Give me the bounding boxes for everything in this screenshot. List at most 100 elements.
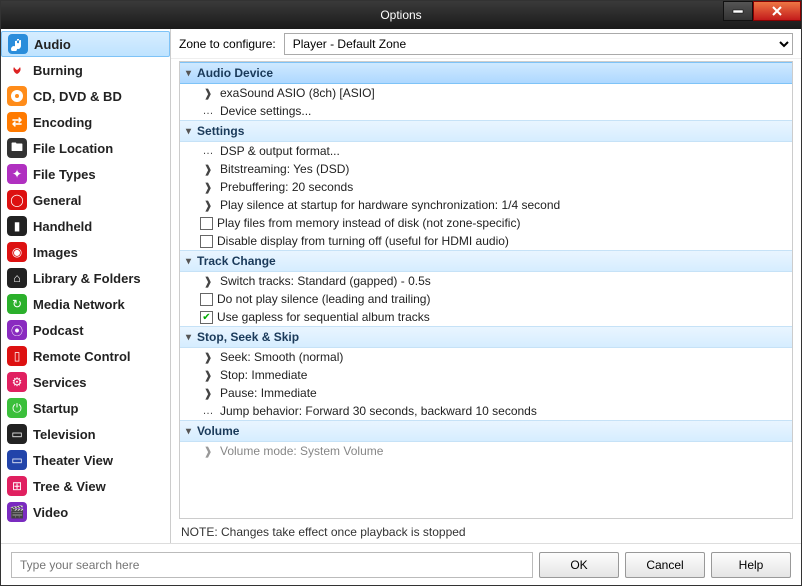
- sidebar-item-label: Library & Folders: [33, 271, 141, 286]
- note-text: NOTE: Changes take effect once playback …: [171, 521, 801, 543]
- sidebar-item-label: File Types: [33, 167, 96, 182]
- footer: OK Cancel Help: [1, 543, 801, 585]
- group-stop-seek-skip[interactable]: ▾ Stop, Seek & Skip: [180, 326, 792, 348]
- row-volume-mode[interactable]: ❱Volume mode: System Volume: [180, 442, 792, 460]
- checkbox-unchecked[interactable]: [200, 217, 213, 230]
- sidebar-item-startup[interactable]: ⏻ Startup: [1, 395, 170, 421]
- row-device-settings[interactable]: …Device settings...: [180, 102, 792, 120]
- sidebar-item-images[interactable]: ◉ Images: [1, 239, 170, 265]
- disc-icon: [7, 86, 27, 106]
- images-icon: ◉: [7, 242, 27, 262]
- row-dsp-output[interactable]: …DSP & output format...: [180, 142, 792, 160]
- row-disable-display[interactable]: Disable display from turning off (useful…: [180, 232, 792, 250]
- zone-configure-label: Zone to configure:: [179, 37, 276, 51]
- row-do-not-play-silence[interactable]: Do not play silence (leading and trailin…: [180, 290, 792, 308]
- sidebar-item-audio[interactable]: Audio: [1, 31, 170, 57]
- row-bitstreaming[interactable]: ❱Bitstreaming: Yes (DSD): [180, 160, 792, 178]
- ellipsis-icon: …: [200, 105, 216, 117]
- row-use-gapless[interactable]: ✔Use gapless for sequential album tracks: [180, 308, 792, 326]
- file-types-icon: ✦: [7, 164, 27, 184]
- sidebar-item-label: File Location: [33, 141, 113, 156]
- sidebar-item-library-folders[interactable]: ⌂ Library & Folders: [1, 265, 170, 291]
- zone-configure-row: Zone to configure: Player - Default Zone: [171, 29, 801, 59]
- chevron-down-icon: ❱: [200, 87, 216, 100]
- sidebar-item-television[interactable]: ▭ Television: [1, 421, 170, 447]
- sidebar-item-general[interactable]: ◯ General: [1, 187, 170, 213]
- zone-select[interactable]: Player - Default Zone: [284, 33, 793, 55]
- tree-view-icon: ⊞: [7, 476, 27, 496]
- sidebar-item-file-location[interactable]: 🖿 File Location: [1, 135, 170, 161]
- ellipsis-icon: …: [200, 145, 216, 157]
- sidebar-item-handheld[interactable]: ▮ Handheld: [1, 213, 170, 239]
- row-seek[interactable]: ❱Seek: Smooth (normal): [180, 348, 792, 366]
- sidebar-item-label: Handheld: [33, 219, 92, 234]
- chevron-down-icon: ❱: [200, 275, 216, 288]
- settings-tree[interactable]: ▾ Audio Device ❱exaSound ASIO (8ch) [ASI…: [179, 61, 793, 519]
- ok-button[interactable]: OK: [539, 552, 619, 578]
- sidebar-item-cd-dvd-bd[interactable]: CD, DVD & BD: [1, 83, 170, 109]
- sidebar-item-file-types[interactable]: ✦ File Types: [1, 161, 170, 187]
- sidebar-item-label: Video: [33, 505, 68, 520]
- podcast-icon: ⦿: [7, 320, 27, 340]
- chevron-down-icon: ❱: [200, 199, 216, 212]
- row-pause[interactable]: ❱Pause: Immediate: [180, 384, 792, 402]
- handheld-icon: ▮: [7, 216, 27, 236]
- row-prebuffering[interactable]: ❱Prebuffering: 20 seconds: [180, 178, 792, 196]
- options-window: Options Audio Burning CD, DVD & BD: [0, 0, 802, 586]
- help-button[interactable]: Help: [711, 552, 791, 578]
- sidebar-item-theater-view[interactable]: ▭ Theater View: [1, 447, 170, 473]
- row-stop[interactable]: ❱Stop: Immediate: [180, 366, 792, 384]
- checkbox-checked[interactable]: ✔: [200, 311, 213, 324]
- sidebar-item-label: Burning: [33, 63, 83, 78]
- sidebar-item-label: Images: [33, 245, 78, 260]
- search-input[interactable]: [11, 552, 533, 578]
- close-button[interactable]: [753, 1, 801, 21]
- sidebar-item-video[interactable]: 🎬 Video: [1, 499, 170, 525]
- checkbox-unchecked[interactable]: [200, 235, 213, 248]
- chevron-down-icon: ❱: [200, 445, 216, 458]
- library-icon: ⌂: [7, 268, 27, 288]
- chevron-down-icon: ❱: [200, 181, 216, 194]
- sidebar-item-label: CD, DVD & BD: [33, 89, 122, 104]
- row-play-silence-startup[interactable]: ❱Play silence at startup for hardware sy…: [180, 196, 792, 214]
- sidebar-item-label: Audio: [34, 37, 71, 52]
- sidebar-item-remote-control[interactable]: ▯ Remote Control: [1, 343, 170, 369]
- sidebar-item-tree-view[interactable]: ⊞ Tree & View: [1, 473, 170, 499]
- main-panel: Zone to configure: Player - Default Zone…: [171, 29, 801, 543]
- window-controls: [723, 1, 801, 21]
- general-icon: ◯: [7, 190, 27, 210]
- category-sidebar: Audio Burning CD, DVD & BD ⇄ Encoding 🖿 …: [1, 29, 171, 543]
- sidebar-item-burning[interactable]: Burning: [1, 57, 170, 83]
- sidebar-item-label: Podcast: [33, 323, 84, 338]
- sidebar-item-podcast[interactable]: ⦿ Podcast: [1, 317, 170, 343]
- row-switch-tracks[interactable]: ❱Switch tracks: Standard (gapped) - 0.5s: [180, 272, 792, 290]
- sidebar-item-media-network[interactable]: ↻ Media Network: [1, 291, 170, 317]
- row-audio-device-value[interactable]: ❱exaSound ASIO (8ch) [ASIO]: [180, 84, 792, 102]
- window-body: Audio Burning CD, DVD & BD ⇄ Encoding 🖿 …: [1, 29, 801, 543]
- minimize-button[interactable]: [723, 1, 753, 21]
- media-network-icon: ↻: [7, 294, 27, 314]
- sidebar-item-label: Media Network: [33, 297, 125, 312]
- cancel-button[interactable]: Cancel: [625, 552, 705, 578]
- group-audio-device[interactable]: ▾ Audio Device: [180, 62, 792, 84]
- services-icon: ⚙: [7, 372, 27, 392]
- checkbox-unchecked[interactable]: [200, 293, 213, 306]
- group-settings[interactable]: ▾ Settings: [180, 120, 792, 142]
- row-play-from-memory[interactable]: Play files from memory instead of disk (…: [180, 214, 792, 232]
- sidebar-item-label: Tree & View: [33, 479, 106, 494]
- sidebar-item-label: Remote Control: [33, 349, 131, 364]
- ellipsis-icon: …: [200, 405, 216, 417]
- sidebar-item-encoding[interactable]: ⇄ Encoding: [1, 109, 170, 135]
- sidebar-item-label: Television: [33, 427, 96, 442]
- sidebar-item-services[interactable]: ⚙ Services: [1, 369, 170, 395]
- chevron-down-icon: ▾: [186, 426, 191, 437]
- row-jump-behavior[interactable]: …Jump behavior: Forward 30 seconds, back…: [180, 402, 792, 420]
- chevron-down-icon: ▾: [186, 256, 191, 267]
- chevron-down-icon: ❱: [200, 369, 216, 382]
- group-track-change[interactable]: ▾ Track Change: [180, 250, 792, 272]
- file-location-icon: 🖿: [7, 138, 27, 158]
- sidebar-item-label: Encoding: [33, 115, 92, 130]
- sidebar-item-label: General: [33, 193, 81, 208]
- chevron-down-icon: ❱: [200, 163, 216, 176]
- group-volume[interactable]: ▾ Volume: [180, 420, 792, 442]
